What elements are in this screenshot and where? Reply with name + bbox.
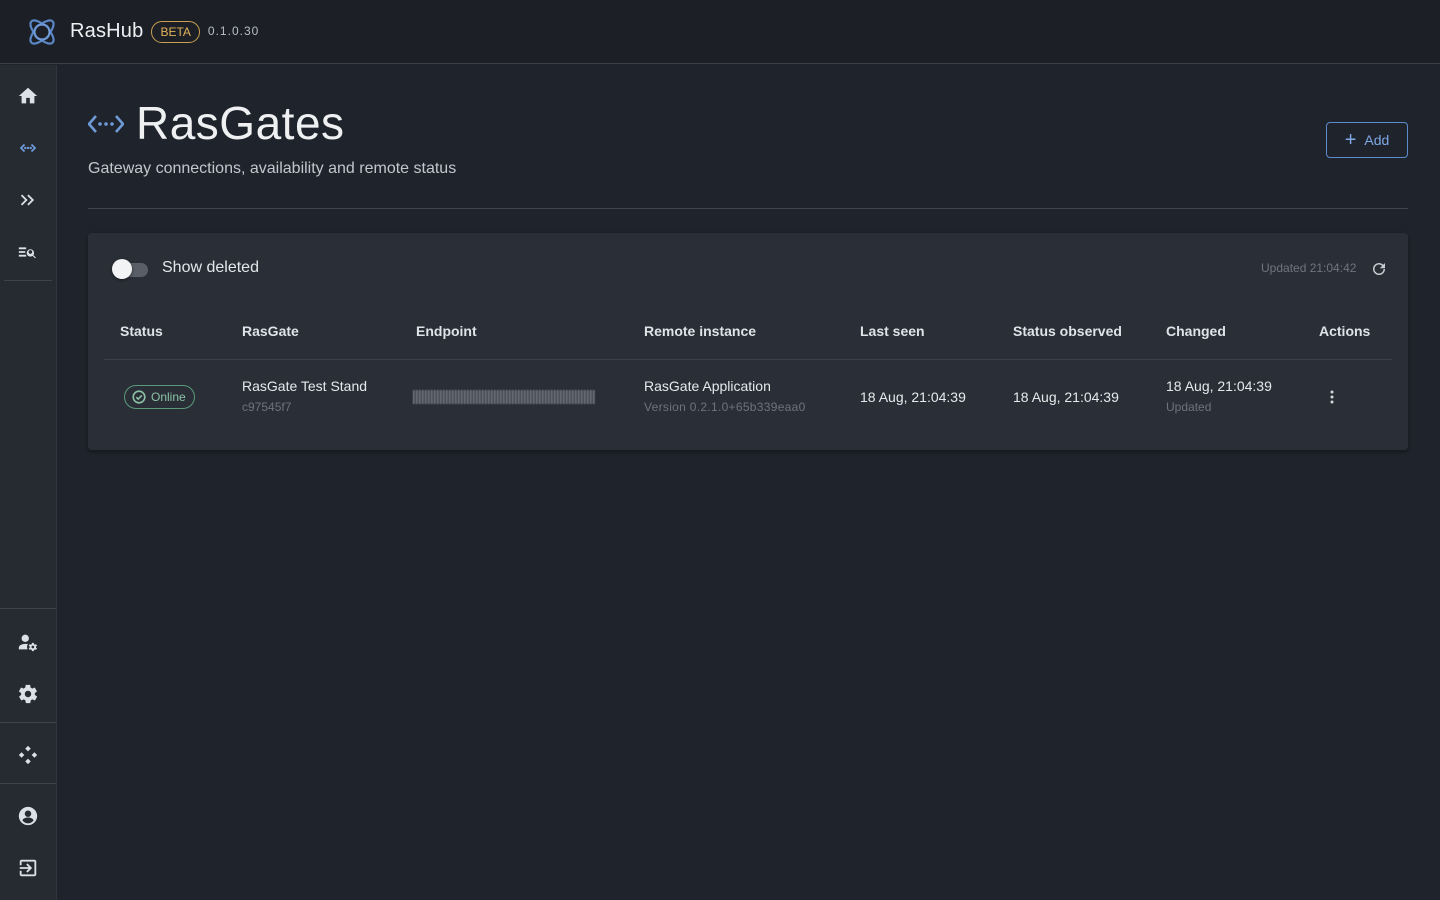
sidebar-item-account[interactable] xyxy=(0,790,56,842)
column-header-endpoint[interactable]: Endpoint xyxy=(416,323,477,339)
search-list-icon xyxy=(18,247,37,259)
gateway-icon xyxy=(19,143,37,153)
column-header-changed[interactable]: Changed xyxy=(1166,323,1226,339)
column-header-status[interactable]: Status xyxy=(120,323,163,339)
column-header-last-seen[interactable]: Last seen xyxy=(860,323,925,339)
network-icon xyxy=(18,745,38,765)
refresh-button[interactable] xyxy=(1370,260,1388,278)
sidebar-item-settings[interactable] xyxy=(0,668,56,720)
updated-timestamp: Updated 21:04:42 xyxy=(1261,261,1357,275)
column-header-status-observed[interactable]: Status observed xyxy=(1013,323,1122,339)
header-divider xyxy=(88,208,1408,209)
sidebar xyxy=(0,65,57,900)
remote-instance-name: RasGate Application xyxy=(644,378,771,394)
sidebar-item-logout[interactable] xyxy=(0,842,56,894)
status-badge: Online xyxy=(124,385,195,409)
status-observed-value: 18 Aug, 21:04:39 xyxy=(1013,389,1119,405)
sidebar-item-forward[interactable] xyxy=(0,174,56,226)
sidebar-divider xyxy=(0,608,56,609)
show-deleted-toggle[interactable] xyxy=(112,259,150,279)
rasgate-id: c97545f7 xyxy=(242,400,292,414)
beta-badge: BETA xyxy=(151,20,200,43)
add-button[interactable]: + Add xyxy=(1326,122,1408,158)
page-subtitle: Gateway connections, availability and re… xyxy=(88,160,457,177)
last-seen-value: 18 Aug, 21:04:39 xyxy=(860,389,966,405)
plus-icon: + xyxy=(1344,129,1357,151)
sidebar-item-search-list[interactable] xyxy=(0,226,56,278)
row-actions-button[interactable] xyxy=(1320,385,1344,409)
sidebar-item-home[interactable] xyxy=(0,70,56,122)
logout-icon xyxy=(19,859,37,877)
status-badge-label: Online xyxy=(151,390,186,404)
more-vertical-icon xyxy=(1330,390,1334,404)
rashub-logo-icon[interactable] xyxy=(24,14,60,50)
sidebar-item-rasgates[interactable] xyxy=(0,122,56,174)
top-bar: RasHub BETA 0.1.0.30 xyxy=(0,0,1440,64)
double-chevron-icon xyxy=(20,194,35,206)
changed-sub-label: Updated xyxy=(1166,400,1212,414)
show-deleted-label: Show deleted xyxy=(162,259,259,276)
sidebar-divider xyxy=(0,783,56,784)
column-header-actions: Actions xyxy=(1319,323,1371,339)
home-icon xyxy=(18,87,38,104)
column-header-remote-instance[interactable]: Remote instance xyxy=(644,323,756,339)
endpoint-redacted xyxy=(413,390,595,404)
gateway-icon xyxy=(88,115,124,133)
sidebar-divider xyxy=(4,280,52,281)
table-header-divider xyxy=(104,359,1392,360)
column-header-rasgate[interactable]: RasGate xyxy=(242,323,299,339)
account-circle-icon xyxy=(18,806,38,826)
sidebar-divider xyxy=(0,722,56,723)
app-version: 0.1.0.30 xyxy=(207,23,260,38)
add-button-label: Add xyxy=(1364,132,1390,148)
gear-icon xyxy=(18,684,38,704)
page-title: RasGates xyxy=(136,97,345,149)
sidebar-item-network[interactable] xyxy=(0,729,56,781)
refresh-icon xyxy=(1373,263,1385,275)
remote-instance-version: Version 0.2.1.0+65b339eaa0 xyxy=(644,400,806,414)
changed-value: 18 Aug, 21:04:39 xyxy=(1166,378,1272,394)
rasgate-name: RasGate Test Stand xyxy=(242,378,368,394)
app-name[interactable]: RasHub xyxy=(70,20,143,43)
user-settings-icon xyxy=(18,634,37,652)
check-circle-icon xyxy=(132,390,146,404)
sidebar-item-user-admin[interactable] xyxy=(0,616,56,668)
toggle-thumb xyxy=(112,259,132,279)
rasgates-card: Show deleted Updated 21:04:42 Status Ras… xyxy=(88,233,1408,450)
